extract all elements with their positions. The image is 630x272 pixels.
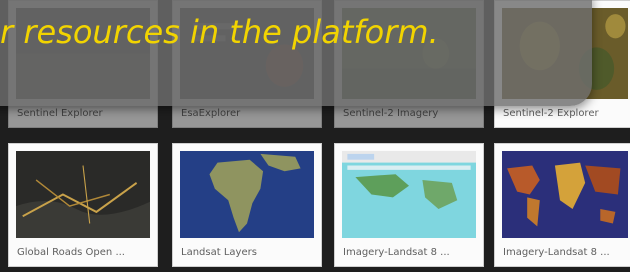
gallery-card[interactable]: Imagery-Landsat 8 ... <box>334 143 484 267</box>
card-title: Landsat Layers <box>181 247 257 258</box>
imagery-landsat-worldmap-thumbnail <box>502 151 628 238</box>
card-title: Sentinel Explorer <box>17 108 103 119</box>
gallery-card[interactable]: Landsat Layers <box>172 143 322 267</box>
card-title: EsaExplorer <box>181 108 241 119</box>
card-title: Imagery-Landsat 8 ... <box>503 247 610 258</box>
banner-text: r resources in the platform. <box>0 13 439 51</box>
gallery-card[interactable]: Imagery-Landsat 8 ... <box>494 143 630 267</box>
card-title: Sentinel-2 Explorer <box>503 108 599 119</box>
card-title: Imagery-Landsat 8 ... <box>343 247 450 258</box>
landsat-layers-thumbnail <box>180 151 314 238</box>
card-title: Global Roads Open ... <box>17 247 125 258</box>
overlay-banner: r resources in the platform. <box>0 0 592 106</box>
card-title: Sentinel-2 Imagery <box>343 108 439 119</box>
gallery-card[interactable]: Global Roads Open ... <box>8 143 158 267</box>
global-roads-thumbnail <box>16 151 150 238</box>
imagery-landsat-browser-thumbnail <box>342 151 476 238</box>
